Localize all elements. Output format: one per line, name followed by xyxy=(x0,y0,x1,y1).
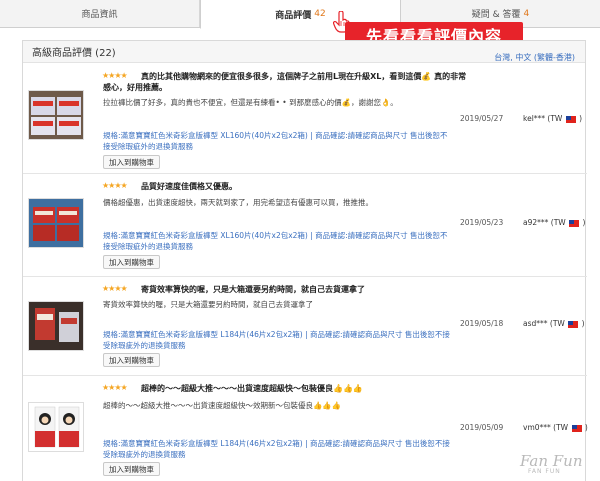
add-to-cart-button[interactable]: 加入到購物車 xyxy=(103,255,160,269)
taiwan-flag-icon xyxy=(571,424,582,432)
panel-title: 高級商品評價 (22) xyxy=(32,48,116,59)
reviewer-country: (TW xyxy=(550,218,566,227)
reviewer-country-close: ) xyxy=(581,319,585,328)
review-title: 超棒的～～超級大推～～～出貨速度超級快～包裝優良👍👍👍 xyxy=(141,384,363,393)
add-to-cart-button[interactable]: 加入到購物車 xyxy=(103,462,160,476)
review-body: 價格超優惠，出貨速度超快，兩天就到家了，用完希望這有優惠可以買，推推推。 xyxy=(103,198,373,207)
review-panel: 高級商品評價 (22) 台灣, 中文 (繁體-香港) ★★★★ 真的比其他購物網… xyxy=(22,40,588,481)
reviewer-country: (TW xyxy=(553,423,569,432)
review-title: 品質好速度佳價格又優惠。 xyxy=(141,182,237,191)
review-title-continued: 感心，好用推薦。 xyxy=(103,83,167,92)
review-title: 寄貨效率算快的喔，只是大箱還要另約時間，就自己去貨運拿了 xyxy=(141,285,365,294)
review-spec: 規格:滿意寶寶紅色米奇彩盒版褲型 L184片(46片x2包x2箱) | 商品確認… xyxy=(103,439,450,459)
reviewer: a92*** (TW ) xyxy=(523,218,585,227)
star-rating: ★★★★ xyxy=(102,284,128,293)
tab-label: 疑問 & 答覆 xyxy=(471,10,521,20)
review-body: 寄貨效率算快的喔，只是大箱還要另約時間，就自己去貨運拿了 xyxy=(103,300,313,309)
review-date: 2019/05/18 xyxy=(460,319,504,328)
reviewer-name: asd*** xyxy=(523,319,548,328)
reviewer-country-close: ) xyxy=(584,423,588,432)
review-title: 真的比其他購物網來的便宜很多很多，這個牌子之前用L現在升級XL，看到這價💰 真的… xyxy=(141,72,467,81)
review-spec: 規格:滿意寶寶紅色米奇彩盒版褲型 L184片(46片x2包x2箱) | 商品確認… xyxy=(103,330,450,350)
tab-count: 4 xyxy=(523,8,530,19)
review-date: 2019/05/09 xyxy=(460,423,504,432)
reviewer-name: vm0*** xyxy=(523,423,551,432)
tab-label: 商品評價 xyxy=(275,10,312,21)
reviewer: kel*** (TW ) xyxy=(523,114,582,123)
taiwan-flag-icon xyxy=(568,320,579,328)
language-selector[interactable]: 台灣, 中文 (繁體-香港) xyxy=(494,52,575,63)
reviewer: asd*** (TW ) xyxy=(523,319,585,328)
star-rating: ★★★★ xyxy=(102,383,128,392)
review-item: ★★★★ 真的比其他購物網來的便宜很多很多，這個牌子之前用L現在升級XL，看到這… xyxy=(23,64,587,174)
taiwan-flag-icon xyxy=(565,115,576,123)
review-photo[interactable] xyxy=(28,90,84,140)
add-to-cart-button[interactable]: 加入到購物車 xyxy=(103,155,160,169)
review-body: 超棒的～～超級大推～～～出貨速度超級快～效期新～包裝優良👍👍👍 xyxy=(103,401,342,410)
star-rating: ★★★★ xyxy=(102,181,128,190)
reviewer-name: kel*** xyxy=(523,114,546,123)
review-item: ★★★★ 超棒的～～超級大推～～～出貨速度超級快～包裝優良👍👍👍 超棒的～～超級… xyxy=(23,376,588,481)
reviewer-name: a92*** xyxy=(523,218,549,227)
review-item: ★★★★ 寄貨效率算快的喔，只是大箱還要另約時間，就自己去貨運拿了 寄貨效率算快… xyxy=(23,277,587,376)
tab-count: 42 xyxy=(314,9,326,19)
star-rating: ★★★★ xyxy=(102,71,128,80)
review-date: 2019/05/27 xyxy=(460,114,504,123)
watermark-subtext: FAN FUN xyxy=(528,468,561,475)
review-spec: 規格:滿意寶寶紅色米奇彩盒版褲型 XL160片(40片x2包x2箱) | 商品確… xyxy=(103,131,448,151)
reviewer-country-close: ) xyxy=(579,114,583,123)
taiwan-flag-icon xyxy=(569,219,580,227)
review-photo[interactable] xyxy=(28,402,84,452)
review-photo[interactable] xyxy=(28,301,84,351)
review-spec: 規格:滿意寶寶紅色米奇彩盒版褲型 XL160片(40片x2包x2箱) | 商品確… xyxy=(103,231,448,251)
reviewer-country: (TW xyxy=(549,319,565,328)
review-date: 2019/05/23 xyxy=(460,218,504,227)
tab-label: 商品資訊 xyxy=(81,10,118,20)
review-item: ★★★★ 品質好速度佳價格又優惠。 價格超優惠，出貨速度超快，兩天就到家了，用完… xyxy=(23,174,587,277)
tab-product-info[interactable]: 商品資訊 xyxy=(0,0,200,27)
review-photo[interactable] xyxy=(28,198,84,248)
reviewer-country-close: ) xyxy=(582,218,586,227)
review-body: 拉拉褲比價了好多，真的貴也不便宜，但還是有練看• • 到那麼感心的價💰，謝謝您👌… xyxy=(103,98,398,107)
add-to-cart-button[interactable]: 加入到購物車 xyxy=(103,353,160,367)
reviewer-country: (TW xyxy=(547,114,563,123)
reviewer: vm0*** (TW ) xyxy=(523,423,588,432)
